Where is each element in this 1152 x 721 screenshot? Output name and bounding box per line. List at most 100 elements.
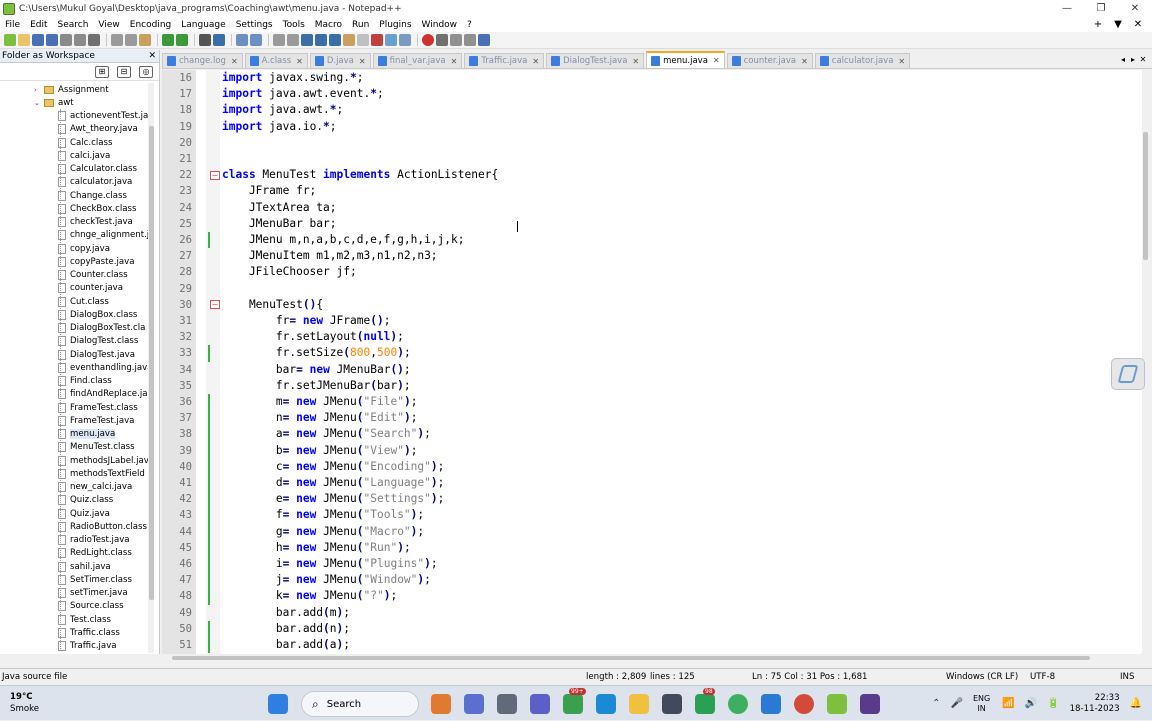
tab-counter-java[interactable]: counter.java ✕: [726, 53, 813, 68]
tree-file-item[interactable]: new_calci.java: [0, 481, 148, 494]
play-macro-icon[interactable]: [450, 34, 462, 46]
code-line[interactable]: 24 JTextArea ta;: [162, 200, 1142, 216]
save-macro-icon[interactable]: [478, 34, 490, 46]
whatsapp-icon[interactable]: 99+: [563, 688, 586, 714]
replace-icon[interactable]: [213, 34, 225, 46]
fold-toggle-icon[interactable]: −: [210, 170, 220, 180]
collapse-all-icon[interactable]: ⊟: [117, 65, 131, 78]
tree-file-item[interactable]: methodsTextField: [0, 467, 148, 480]
tree-file-item[interactable]: counter.java: [0, 282, 148, 295]
stop-macro-icon[interactable]: [436, 34, 448, 46]
tree-file-item[interactable]: CheckBox.class: [0, 202, 148, 215]
code-line[interactable]: 19 import java.io.*;: [162, 119, 1142, 135]
restore-button[interactable]: ❐: [1084, 0, 1118, 17]
code-line[interactable]: 45 h= new JMenu("Run");: [162, 540, 1142, 556]
code-line[interactable]: 42 e= new JMenu("Settings");: [162, 491, 1142, 507]
code-line[interactable]: 31 fr= new JFrame();: [162, 313, 1142, 329]
file-explorer-icon[interactable]: [629, 694, 649, 714]
tree-file-item[interactable]: sahil.java: [0, 560, 148, 573]
expand-all-icon[interactable]: ⊞: [95, 65, 109, 78]
tab-scroll-left-icon[interactable]: ◂: [1118, 52, 1128, 67]
tree-folder-assignment[interactable]: › Assignment: [0, 83, 148, 96]
open-file-icon[interactable]: [18, 34, 30, 46]
vscode-icon[interactable]: [761, 694, 781, 714]
menu-settings[interactable]: Settings: [231, 20, 278, 30]
code-line[interactable]: 43 f= new JMenu("Tools");: [162, 507, 1142, 523]
tree-file-item[interactable]: DialogBox.class: [0, 308, 148, 321]
tree-file-item[interactable]: Calculator.class: [0, 163, 148, 176]
tab-calculator-java[interactable]: calculator.java ✕: [814, 53, 911, 68]
code-line[interactable]: 25 JMenuBar bar;: [162, 216, 1142, 232]
menu-window[interactable]: Window: [417, 20, 463, 30]
menu-encoding[interactable]: Encoding: [125, 20, 176, 30]
tree-file-item[interactable]: setTimer.java: [0, 587, 148, 600]
new-file-icon[interactable]: [4, 34, 16, 46]
menu-file[interactable]: File: [0, 20, 25, 30]
code-line[interactable]: 20: [162, 135, 1142, 151]
code-line[interactable]: 36 m= new JMenu("File");: [162, 394, 1142, 410]
run-macro-multiple-icon[interactable]: [464, 34, 476, 46]
code-line[interactable]: 44 g= new JMenu("Macro");: [162, 524, 1142, 540]
tree-file-item[interactable]: FrameTest.java: [0, 414, 148, 427]
tab-close-icon[interactable]: ✕: [231, 57, 238, 66]
copy-icon[interactable]: [125, 34, 137, 46]
close-all-icon[interactable]: [74, 34, 86, 46]
code-line[interactable]: 30 MenuTest(){: [162, 297, 1142, 313]
tree-file-item[interactable]: Quiz.java: [0, 507, 148, 520]
menu-search[interactable]: Search: [53, 20, 94, 30]
code-line[interactable]: 37 n= new JMenu("Edit");: [162, 410, 1142, 426]
code-line[interactable]: 46 i= new JMenu("Plugins");: [162, 556, 1142, 572]
code-line[interactable]: 33 fr.setSize(800,500);: [162, 345, 1142, 361]
tree-file-item[interactable]: Awt_theory.java: [0, 123, 148, 136]
tree-file-item[interactable]: copy.java: [0, 242, 148, 255]
tab-close-icon[interactable]: ✕: [451, 57, 458, 66]
code-line[interactable]: 32 fr.setLayout(null);: [162, 329, 1142, 345]
code-line[interactable]: 38 a= new JMenu("Search");: [162, 426, 1142, 442]
code-line[interactable]: 16 import javax.swing.*;: [162, 70, 1142, 86]
task-view-icon[interactable]: [497, 694, 517, 714]
tree-file-item[interactable]: radioTest.java: [0, 534, 148, 547]
code-line[interactable]: 35 fr.setJMenuBar(bar);: [162, 378, 1142, 394]
tab-scroll-right-icon[interactable]: ▸: [1128, 52, 1138, 67]
tab-menu-java[interactable]: menu.java ✕: [646, 51, 725, 68]
screen-recorder-icon[interactable]: [860, 694, 880, 714]
floating-widget-button[interactable]: [1111, 358, 1145, 390]
expand-arrow-icon[interactable]: ›: [34, 86, 42, 94]
tab-close-icon[interactable]: ✕: [632, 57, 639, 66]
tab-change-log[interactable]: change.log ✕: [162, 53, 243, 68]
collapse-arrow-icon[interactable]: ⌄: [34, 99, 42, 107]
menu-plugins[interactable]: Plugins: [374, 20, 416, 30]
tree-file-item[interactable]: eventhandling.java: [0, 361, 148, 374]
tab-final-var-java[interactable]: final_var.java ✕: [372, 53, 463, 68]
code-line[interactable]: 18 import java.awt.*;: [162, 102, 1142, 118]
menu-language[interactable]: Language: [176, 20, 230, 30]
menu-macro[interactable]: Macro: [310, 20, 347, 30]
code-line[interactable]: 48 k= new JMenu("?");: [162, 588, 1142, 604]
zoom-in-icon[interactable]: [236, 34, 248, 46]
widgets-icon[interactable]: [431, 694, 451, 714]
tree-file-item[interactable]: chnge_alignment.j: [0, 229, 148, 242]
code-line[interactable]: 28 JFileChooser jf;: [162, 264, 1142, 280]
tree-file-item[interactable]: checkTest.java: [0, 216, 148, 229]
tab-close-icon[interactable]: ✕: [1138, 52, 1148, 67]
monitoring-icon[interactable]: [399, 34, 411, 46]
record-macro-icon[interactable]: [422, 34, 434, 46]
close-button[interactable]: ✕: [1118, 0, 1152, 17]
show-hidden-icons-icon[interactable]: ⌃: [932, 698, 940, 709]
tree-file-item[interactable]: calculator.java: [0, 176, 148, 189]
locate-file-icon[interactable]: ◎: [139, 65, 153, 78]
tree-file-item[interactable]: Source.class: [0, 600, 148, 613]
tree-file-item[interactable]: Traffic.java: [0, 640, 148, 653]
tree-file-item[interactable]: calci.java: [0, 149, 148, 162]
word-wrap-icon[interactable]: [301, 34, 313, 46]
tree-file-item[interactable]: menu.java: [0, 428, 148, 441]
tab-close-icon[interactable]: ✕: [359, 57, 366, 66]
panel-close-button[interactable]: ✕: [148, 50, 156, 63]
tab-close-icon[interactable]: ✕: [801, 57, 808, 66]
tree-file-item[interactable]: copyPaste.java: [0, 255, 148, 268]
minimize-button[interactable]: —: [1050, 0, 1084, 17]
tree-file-item[interactable]: actioneventTest.ja: [0, 110, 148, 123]
battery-icon[interactable]: 🔋: [1047, 698, 1059, 709]
close-icon[interactable]: [60, 34, 72, 46]
tab-dialogtest-java[interactable]: DialogTest.java ✕: [546, 53, 645, 68]
